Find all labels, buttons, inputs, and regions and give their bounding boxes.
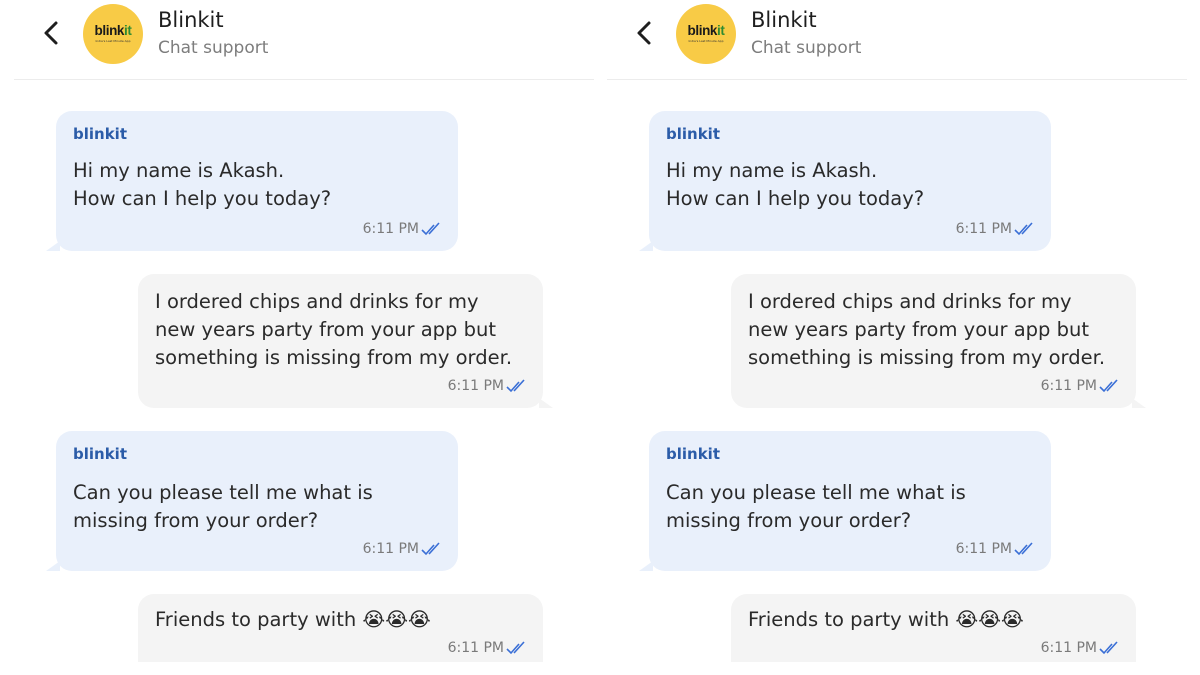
chat-panel-right: blinkit India's Last Minute App Blinkit …: [607, 0, 1187, 662]
chevron-left-icon: [637, 21, 651, 45]
chat-subtitle: Chat support: [751, 38, 862, 58]
logo-wordmark: blinkit: [687, 23, 725, 38]
chat-title: Blinkit: [751, 8, 817, 32]
chevron-left-icon: [44, 21, 58, 45]
message-meta: 6:11 PM: [1041, 378, 1119, 394]
message-meta: 6:11 PM: [1041, 640, 1119, 656]
message-text: Hi my name is Akash. How can I help you t…: [666, 159, 925, 210]
message-time: 6:11 PM: [1040, 640, 1097, 656]
crying-face-emoji: 😭😭😭: [362, 608, 431, 631]
double-check-icon: [1014, 542, 1033, 556]
bubble-tail: [46, 561, 60, 571]
bubble-tail: [1132, 398, 1146, 408]
chat-title: Blinkit: [158, 8, 224, 32]
message-bubble-incoming: blinkit Hi my name is Akash. How can I he…: [639, 111, 1051, 251]
sender-name: blinkit: [666, 445, 720, 463]
message-time: 6:11 PM: [955, 221, 1012, 237]
message-time: 6:11 PM: [1040, 378, 1097, 394]
chat-panel-left: blinkit India's Last Minute App Blinkit …: [14, 0, 594, 662]
message-text: I ordered chips and drinks for my new yea…: [155, 290, 513, 369]
message-meta: 6:11 PM: [363, 541, 441, 557]
double-check-icon: [506, 379, 525, 393]
message-text: Can you please tell me what is missing fr…: [73, 481, 373, 532]
message-bubble-incoming: blinkit Can you please tell me what is mi…: [46, 431, 458, 571]
bubble-tail: [639, 241, 653, 251]
blinkit-logo: blinkit India's Last Minute App: [83, 4, 143, 64]
message-time: 6:11 PM: [362, 541, 419, 557]
sender-name: blinkit: [666, 125, 720, 143]
double-check-icon: [421, 222, 440, 236]
double-check-icon: [506, 641, 525, 655]
message-meta: 6:11 PM: [448, 640, 526, 656]
logo-wordmark: blinkit: [94, 23, 132, 38]
message-bubble-outgoing: I ordered chips and drinks for my new yea…: [731, 274, 1146, 408]
sender-name: blinkit: [73, 445, 127, 463]
chat-header: blinkit India's Last Minute App Blinkit …: [607, 0, 1187, 80]
message-meta: 6:11 PM: [956, 541, 1034, 557]
message-text: I ordered chips and drinks for my new yea…: [748, 290, 1106, 369]
message-bubble-outgoing: Friends to party with 😭😭😭 6:11 PM: [731, 594, 1136, 662]
blinkit-logo: blinkit India's Last Minute App: [676, 4, 736, 64]
sender-name: blinkit: [73, 125, 127, 143]
crying-face-emoji: 😭😭😭: [955, 608, 1024, 631]
message-bubble-outgoing: Friends to party with 😭😭😭 6:11 PM: [138, 594, 543, 662]
message-meta: 6:11 PM: [956, 221, 1034, 237]
bubble-tail: [539, 398, 553, 408]
chat-subtitle: Chat support: [158, 38, 269, 58]
message-bubble-outgoing: I ordered chips and drinks for my new yea…: [138, 274, 553, 408]
logo-tagline: India's Last Minute App: [95, 39, 131, 43]
message-text: Friends to party with 😭😭😭: [748, 608, 1024, 631]
double-check-icon: [1099, 641, 1118, 655]
message-text: Can you please tell me what is missing fr…: [666, 481, 966, 532]
back-button[interactable]: [40, 18, 64, 48]
message-meta: 6:11 PM: [363, 221, 441, 237]
message-time: 6:11 PM: [362, 221, 419, 237]
message-bubble-incoming: blinkit Hi my name is Akash. How can I he…: [46, 111, 458, 251]
double-check-icon: [421, 542, 440, 556]
bubble-tail: [46, 241, 60, 251]
message-time: 6:11 PM: [955, 541, 1012, 557]
message-time: 6:11 PM: [447, 378, 504, 394]
message-bubble-incoming: blinkit Can you please tell me what is mi…: [639, 431, 1051, 571]
message-text: Friends to party with 😭😭😭: [155, 608, 431, 631]
message-time: 6:11 PM: [447, 640, 504, 656]
double-check-icon: [1014, 222, 1033, 236]
message-meta: 6:11 PM: [448, 378, 526, 394]
back-button[interactable]: [633, 18, 657, 48]
chat-header: blinkit India's Last Minute App Blinkit …: [14, 0, 594, 80]
bubble-tail: [639, 561, 653, 571]
message-text: Hi my name is Akash. How can I help you t…: [73, 159, 332, 210]
logo-tagline: India's Last Minute App: [688, 39, 724, 43]
double-check-icon: [1099, 379, 1118, 393]
